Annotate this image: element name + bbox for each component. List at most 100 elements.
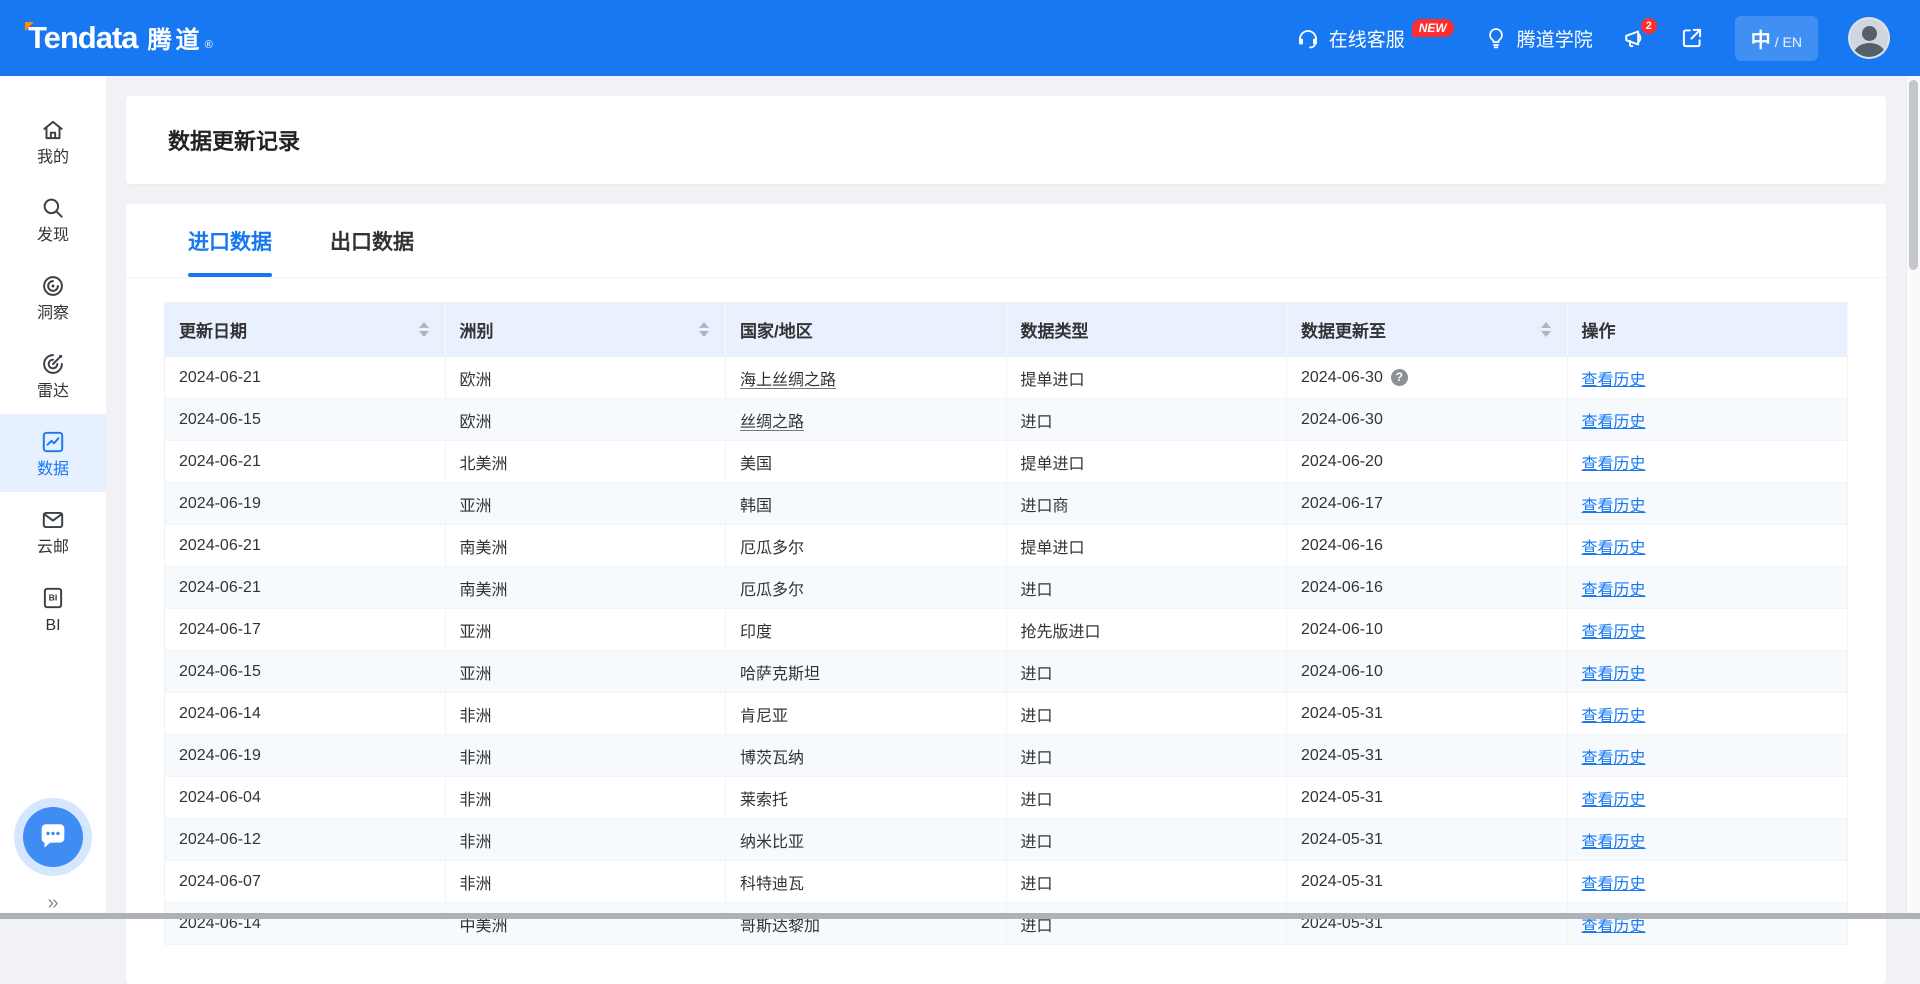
sidebar-item-insight[interactable]: 洞察 — [0, 258, 106, 336]
help-question-icon[interactable]: ? — [1391, 369, 1408, 386]
table-header-row: 更新日期 洲别 国家/地区 — [165, 303, 1848, 357]
cell-continent: 南美洲 — [445, 525, 726, 567]
view-history-link[interactable]: 查看历史 — [1582, 792, 1646, 809]
cell-country: 纳米比亚 — [726, 819, 1007, 861]
customer-chat-button[interactable] — [23, 807, 83, 867]
sidebar-item-label: 发现 — [37, 228, 69, 244]
tab-export-data[interactable]: 出口数据 — [330, 204, 414, 277]
view-history-link[interactable]: 查看历史 — [1582, 540, 1646, 557]
cell-actions: 查看历史 — [1567, 399, 1848, 441]
view-history-link[interactable]: 查看历史 — [1582, 876, 1646, 893]
table-row: 2024-06-21南美洲厄瓜多尔进口2024-06-16查看历史 — [165, 567, 1848, 609]
fullscreen-button[interactable] — [1679, 25, 1705, 51]
cell-data-type: 进口 — [1006, 567, 1287, 609]
cell-updated-to: 2024-05-31 — [1287, 777, 1568, 819]
cell-data-type: 进口 — [1006, 861, 1287, 903]
cell-updated-to: 2024-06-17 — [1287, 483, 1568, 525]
column-header-continent[interactable]: 洲别 — [445, 303, 726, 357]
cell-update-date: 2024-06-12 — [165, 819, 446, 861]
cell-actions: 查看历史 — [1567, 609, 1848, 651]
sidebar: 我的 发现 洞察 雷达 数据 — [0, 76, 106, 919]
country-tooltip-text[interactable]: 海上丝绸之路 — [740, 372, 836, 389]
view-history-link[interactable]: 查看历史 — [1582, 708, 1646, 725]
table-row: 2024-06-15欧洲丝绸之路进口2024-06-30查看历史 — [165, 399, 1848, 441]
cell-updated-to: 2024-06-30? — [1287, 357, 1568, 399]
cell-update-date: 2024-06-15 — [165, 651, 446, 693]
cell-continent: 亚洲 — [445, 651, 726, 693]
sort-icon[interactable] — [1539, 320, 1553, 339]
cell-data-type: 提单进口 — [1006, 441, 1287, 483]
mail-icon — [40, 507, 66, 533]
sidebar-item-cloudmail[interactable]: 云邮 — [0, 492, 106, 570]
logo-registered-mark: ® — [205, 39, 213, 51]
cell-continent: 北美洲 — [445, 441, 726, 483]
view-history-link[interactable]: 查看历史 — [1582, 414, 1646, 431]
insight-icon — [40, 273, 66, 299]
language-switch-button[interactable]: 中 / EN — [1735, 16, 1818, 61]
cell-continent: 欧洲 — [445, 357, 726, 399]
tendata-logo[interactable]: Tendata 腾道 ® — [28, 20, 213, 56]
sidebar-item-radar[interactable]: 雷达 — [0, 336, 106, 414]
online-service-label: 在线客服 — [1329, 25, 1405, 52]
sidebar-item-label: BI — [45, 618, 60, 634]
view-history-link[interactable]: 查看历史 — [1582, 372, 1646, 389]
cell-continent: 亚洲 — [445, 609, 726, 651]
column-label: 数据类型 — [1021, 317, 1089, 342]
cell-update-date: 2024-06-04 — [165, 777, 446, 819]
view-history-link[interactable]: 查看历史 — [1582, 582, 1646, 599]
online-service-button[interactable]: 在线客服 NEW — [1296, 25, 1454, 52]
cell-actions: 查看历史 — [1567, 441, 1848, 483]
sidebar-item-bi[interactable]: BI BI — [0, 570, 106, 648]
country-tooltip-text[interactable]: 丝绸之路 — [740, 414, 804, 431]
cell-updated-to: 2024-05-31 — [1287, 735, 1568, 777]
column-header-updated-to[interactable]: 数据更新至 — [1287, 303, 1568, 357]
view-history-link[interactable]: 查看历史 — [1582, 750, 1646, 767]
column-label: 更新日期 — [179, 317, 247, 342]
view-history-link[interactable]: 查看历史 — [1582, 624, 1646, 641]
cell-updated-to: 2024-06-10 — [1287, 609, 1568, 651]
announcements-button[interactable]: 2 — [1623, 25, 1649, 51]
column-label: 洲别 — [460, 317, 494, 342]
cell-actions: 查看历史 — [1567, 651, 1848, 693]
user-avatar[interactable] — [1848, 17, 1890, 59]
cell-updated-to: 2024-06-16 — [1287, 525, 1568, 567]
sidebar-item-label: 数据 — [37, 462, 69, 478]
view-history-link[interactable]: 查看历史 — [1582, 918, 1646, 935]
sort-icon[interactable] — [697, 320, 711, 339]
sidebar-item-mine[interactable]: 我的 — [0, 102, 106, 180]
cell-continent: 中美洲 — [445, 903, 726, 945]
language-current: 中 — [1751, 24, 1771, 53]
table-row: 2024-06-14非洲肯尼亚进口2024-05-31查看历史 — [165, 693, 1848, 735]
cell-actions: 查看历史 — [1567, 525, 1848, 567]
view-history-link[interactable]: 查看历史 — [1582, 456, 1646, 473]
cell-data-type: 进口 — [1006, 693, 1287, 735]
cell-updated-to: 2024-06-30 — [1287, 399, 1568, 441]
topbar: Tendata 腾道 ® 在线客服 NEW 腾道学院 — [0, 0, 1920, 76]
cell-actions: 查看历史 — [1567, 819, 1848, 861]
view-history-link[interactable]: 查看历史 — [1582, 666, 1646, 683]
page-scrollbar-thumb[interactable] — [1909, 80, 1918, 270]
sidebar-item-discover[interactable]: 发现 — [0, 180, 106, 258]
cell-continent: 非洲 — [445, 735, 726, 777]
chat-bubble-icon — [36, 820, 70, 854]
column-header-update-date[interactable]: 更新日期 — [165, 303, 446, 357]
sidebar-item-data[interactable]: 数据 — [0, 414, 106, 492]
academy-button[interactable]: 腾道学院 — [1484, 25, 1593, 52]
cell-updated-to: 2024-06-10 — [1287, 651, 1568, 693]
page-scrollbar-track[interactable] — [1906, 76, 1920, 919]
view-history-link[interactable]: 查看历史 — [1582, 498, 1646, 515]
cell-actions: 查看历史 — [1567, 777, 1848, 819]
cell-continent: 非洲 — [445, 777, 726, 819]
view-history-link[interactable]: 查看历史 — [1582, 834, 1646, 851]
table-row: 2024-06-19非洲博茨瓦纳进口2024-05-31查看历史 — [165, 735, 1848, 777]
cell-update-date: 2024-06-15 — [165, 399, 446, 441]
sort-icon[interactable] — [417, 320, 431, 339]
tab-bar: 进口数据 出口数据 — [126, 204, 1886, 278]
cell-updated-to: 2024-05-31 — [1287, 903, 1568, 945]
cell-continent: 亚洲 — [445, 483, 726, 525]
table-row: 2024-06-14中美洲哥斯达黎加进口2024-05-31查看历史 — [165, 903, 1848, 945]
sidebar-collapse-toggle[interactable]: » — [47, 893, 58, 913]
tab-import-data[interactable]: 进口数据 — [188, 204, 272, 277]
column-label: 操作 — [1582, 317, 1616, 342]
expand-icon — [1679, 25, 1705, 51]
